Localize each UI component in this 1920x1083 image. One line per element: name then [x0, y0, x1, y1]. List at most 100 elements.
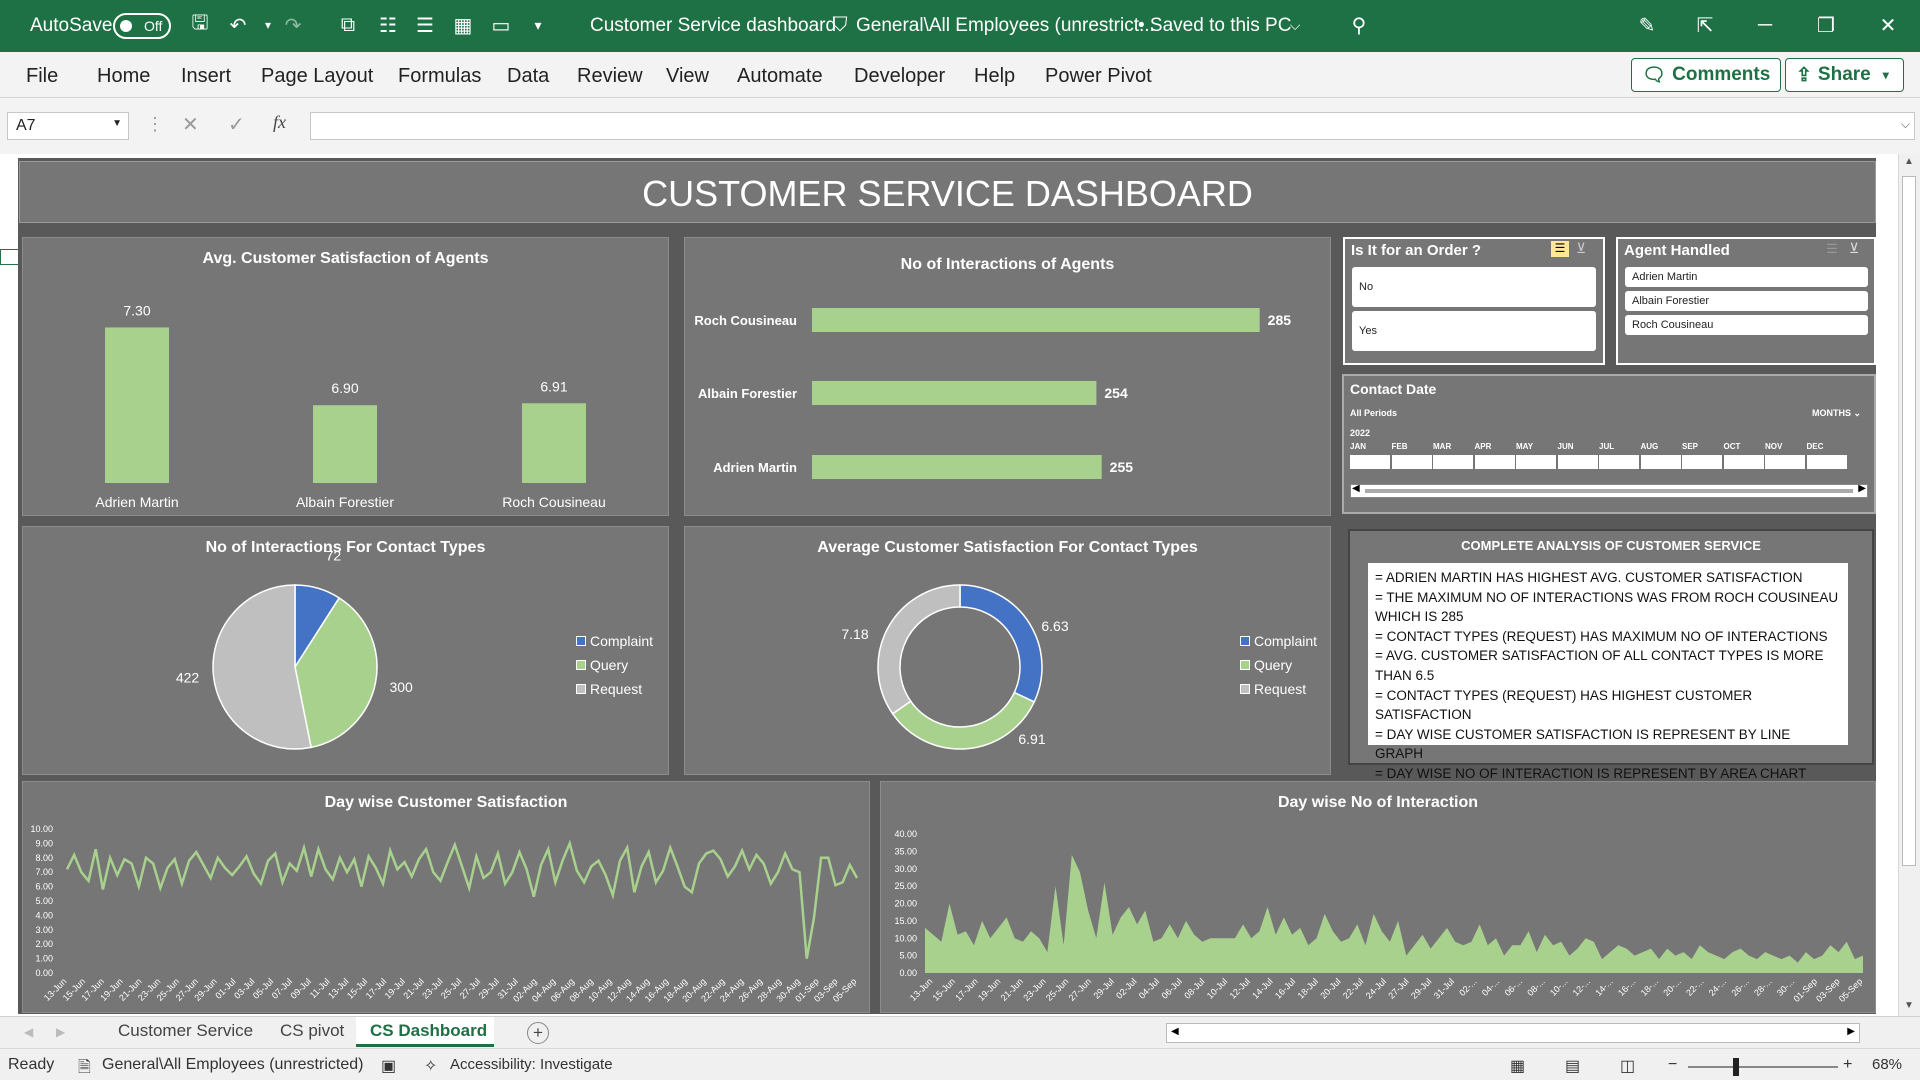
- multi-select-icon[interactable]: ☰: [1551, 241, 1569, 257]
- avg-satisfaction-agents-chart[interactable]: Avg. Customer Satisfaction of Agents 7.3…: [22, 237, 669, 516]
- customize-toolbar-icon[interactable]: ▾: [525, 12, 551, 38]
- undo-dropdown-icon[interactable]: ▾: [255, 12, 281, 38]
- formula-input[interactable]: ⌵: [310, 112, 1915, 140]
- zoom-level[interactable]: 68%: [1872, 1056, 1902, 1073]
- timeline-level[interactable]: MONTHS ⌄: [1812, 408, 1861, 419]
- cancel-icon[interactable]: ✕: [182, 112, 199, 137]
- tab-formulas[interactable]: Formulas: [398, 65, 481, 88]
- tab-view[interactable]: View: [666, 65, 709, 88]
- donut-segment[interactable]: [877, 584, 961, 715]
- tab-review[interactable]: Review: [577, 65, 643, 88]
- tab-file[interactable]: File: [26, 65, 58, 88]
- redo-icon[interactable]: ↷: [280, 12, 306, 38]
- scroll-left-icon[interactable]: ◀: [1171, 1026, 1179, 1037]
- scroll-down-icon[interactable]: ▼: [1904, 1000, 1914, 1011]
- timeline-month-cell[interactable]: [1350, 455, 1390, 469]
- macro-icon[interactable]: ▣: [381, 1056, 396, 1076]
- status-sensitivity[interactable]: General\All Employees (unrestricted): [102, 1056, 363, 1074]
- timeline-month-cell[interactable]: [1516, 455, 1556, 469]
- scroll-left-icon[interactable]: ◀: [1352, 483, 1360, 494]
- timeline-month-cell[interactable]: [1557, 455, 1598, 469]
- zoom-slider[interactable]: [1688, 1066, 1838, 1068]
- sheet-tab-cs-pivot[interactable]: CS pivot: [280, 1021, 344, 1041]
- enter-icon[interactable]: ✓: [228, 112, 245, 137]
- interactions-agents-chart[interactable]: No of Interactions of Agents 285 Roch Cou…: [684, 237, 1331, 516]
- line-series[interactable]: [65, 839, 859, 959]
- zoom-out-icon[interactable]: −: [1668, 1056, 1677, 1074]
- normal-view-icon[interactable]: ▦: [1510, 1056, 1525, 1076]
- bar[interactable]: [812, 308, 1260, 332]
- undo-icon[interactable]: ↶: [225, 12, 251, 38]
- form-icon[interactable]: ⧉: [335, 12, 361, 38]
- active-cell[interactable]: [0, 249, 20, 265]
- day-wise-satisfaction-chart[interactable]: Day wise Customer Satisfaction 0.00 1.00 2…: [22, 781, 870, 1013]
- share-button[interactable]: ⇪ Share ▾: [1785, 58, 1904, 92]
- horizontal-scrollbar[interactable]: ◀ ▶: [1166, 1023, 1860, 1043]
- tab-home[interactable]: Home: [97, 65, 150, 88]
- page-layout-icon[interactable]: ▤: [1565, 1056, 1580, 1076]
- timeline-month-cell[interactable]: [1599, 455, 1639, 469]
- tab-insert[interactable]: Insert: [181, 65, 231, 88]
- scroll-thumb[interactable]: [1902, 176, 1916, 866]
- restore-icon[interactable]: ❐: [1813, 12, 1839, 38]
- timeline-month-cell[interactable]: [1474, 455, 1515, 469]
- bar[interactable]: [105, 327, 169, 483]
- slicer-item-no[interactable]: No: [1352, 267, 1596, 307]
- satisfaction-contact-types-chart[interactable]: Average Customer Satisfaction For Contac…: [684, 526, 1331, 775]
- day-wise-interaction-chart[interactable]: Day wise No of Interaction 0.00 5.00 10.00…: [880, 781, 1876, 1013]
- tab-help[interactable]: Help: [974, 65, 1015, 88]
- clear-filter-icon[interactable]: ⊻: [1576, 240, 1586, 257]
- slicer-item-adrien-martin[interactable]: Adrien Martin: [1625, 267, 1868, 287]
- timeline-month-cell[interactable]: [1765, 455, 1805, 469]
- multi-select-icon[interactable]: ☰: [1826, 241, 1838, 257]
- page-break-icon[interactable]: ◫: [1620, 1056, 1635, 1076]
- list-icon[interactable]: ☰: [412, 12, 438, 38]
- status-accessibility[interactable]: Accessibility: Investigate: [450, 1056, 613, 1073]
- scroll-right-icon[interactable]: ▶: [1858, 483, 1866, 494]
- tab-data[interactable]: Data: [507, 65, 549, 88]
- autosave-toggle[interactable]: Off: [113, 13, 171, 39]
- slicer-item-roch-cousineau[interactable]: Roch Cousineau: [1625, 315, 1868, 335]
- zoom-thumb[interactable]: [1733, 1058, 1740, 1076]
- save-icon[interactable]: 🖫: [187, 12, 213, 38]
- order-slicer[interactable]: Is It for an Order ? ☰ ⊻ No Yes: [1343, 237, 1605, 365]
- tab-power-pivot[interactable]: Power Pivot: [1045, 65, 1152, 88]
- bar[interactable]: [522, 403, 586, 483]
- name-box[interactable]: A7 ▼: [7, 112, 129, 140]
- sheet-tab-cs-dashboard[interactable]: CS Dashboard: [356, 1017, 494, 1047]
- timeline-month-cell[interactable]: [1723, 455, 1764, 469]
- insert-function-icon[interactable]: fx: [273, 112, 286, 133]
- slicer-item-albain-forestier[interactable]: Albain Forestier: [1625, 291, 1868, 311]
- ribbon-display-icon[interactable]: ⇱: [1692, 12, 1718, 38]
- donut-segment[interactable]: [891, 691, 1036, 750]
- bar[interactable]: [313, 405, 377, 483]
- close-icon[interactable]: ✕: [1875, 12, 1901, 38]
- bar[interactable]: [812, 455, 1102, 479]
- clear-filter-icon[interactable]: ⊻: [1849, 240, 1859, 257]
- timeline-month-cell[interactable]: [1640, 455, 1681, 469]
- tab-developer[interactable]: Developer: [854, 65, 945, 88]
- tab-automate[interactable]: Automate: [737, 65, 823, 88]
- timeline-month-cell[interactable]: [1391, 455, 1432, 469]
- comment-icon[interactable]: ▭: [488, 12, 514, 38]
- chevron-down-icon[interactable]: ▼: [112, 118, 122, 129]
- tab-page-layout[interactable]: Page Layout: [261, 65, 373, 88]
- bar[interactable]: [812, 381, 1097, 405]
- chevron-down-icon[interactable]: ⌵: [1282, 12, 1308, 38]
- interactions-contact-types-chart[interactable]: No of Interactions For Contact Types Com…: [22, 526, 669, 775]
- comments-button[interactable]: 🗨 Comments: [1631, 58, 1782, 92]
- touch-icon[interactable]: ☷: [375, 12, 401, 38]
- save-status[interactable]: • Saved to this PC: [1138, 15, 1291, 37]
- search-icon[interactable]: ⚲: [1346, 12, 1372, 38]
- sensitivity-label[interactable]: General\All Employees (unrestrict...: [856, 15, 1155, 37]
- sheet-tab-customer-service[interactable]: Customer Service: [118, 1021, 253, 1041]
- scroll-right-icon[interactable]: ▶: [1847, 1026, 1855, 1037]
- minimize-icon[interactable]: ─: [1752, 12, 1778, 38]
- donut-segment[interactable]: [959, 584, 1043, 703]
- expand-formula-icon[interactable]: ⌵: [1901, 117, 1910, 132]
- timeline-month-cell[interactable]: [1682, 455, 1722, 469]
- contact-date-timeline[interactable]: Contact Date All Periods MONTHS ⌄ 2022 J…: [1342, 374, 1876, 514]
- timeline-scrollbar[interactable]: ◀ ▶: [1350, 483, 1868, 498]
- area-series[interactable]: [925, 854, 1863, 973]
- grid-icon[interactable]: ▦: [450, 12, 476, 38]
